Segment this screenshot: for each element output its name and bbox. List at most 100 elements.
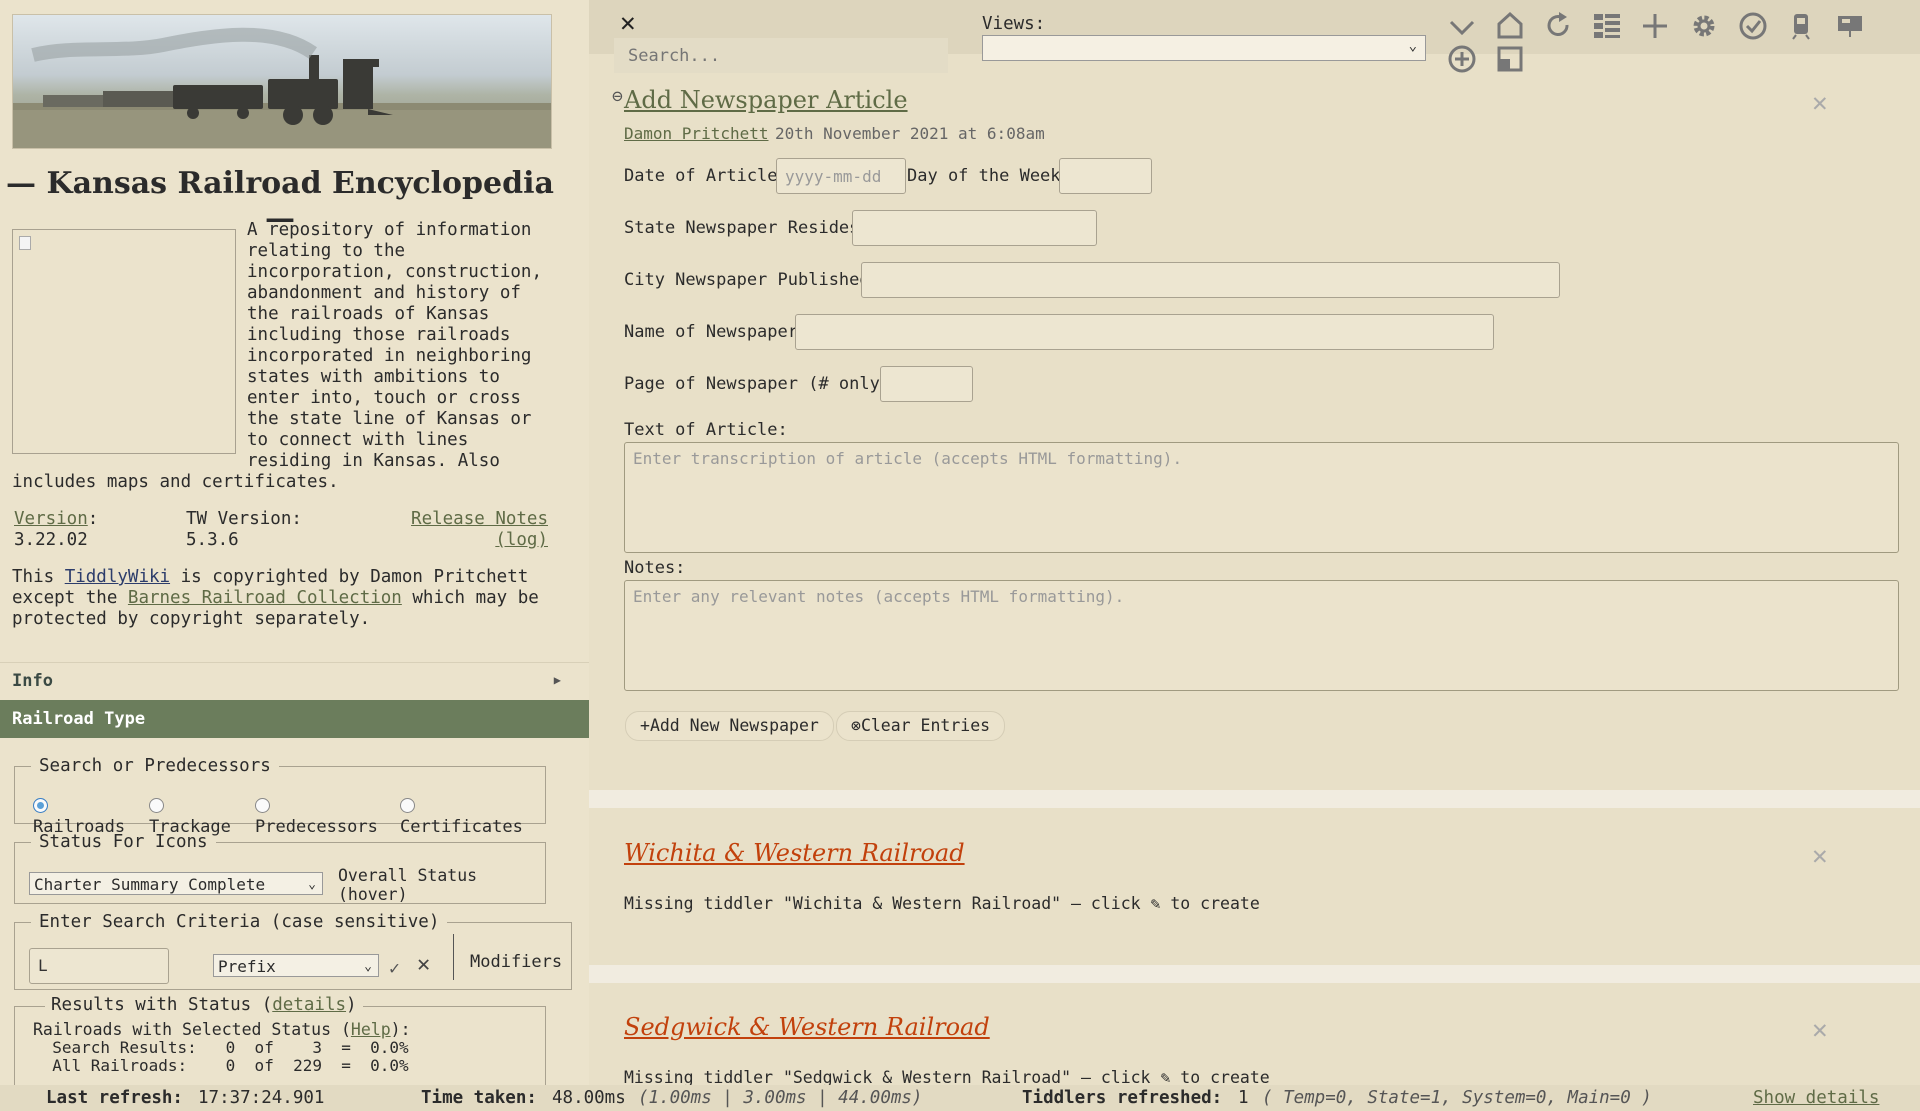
search-criteria-value: L	[38, 956, 48, 975]
results-legend-text: )	[346, 995, 357, 1015]
tiddler-title-sedgwick[interactable]: Sedgwick & Western Railroad	[624, 1013, 990, 1041]
status-select[interactable]: Charter Summary Complete ⌄	[29, 872, 323, 895]
date-input[interactable]	[776, 158, 906, 194]
search-results-line: Search Results: 0 of 3 = 0.0%	[33, 1038, 409, 1057]
missing-text: Missing tiddler "Wichita & Western Railr…	[624, 894, 1151, 913]
search-criteria-legend: Enter Search Criteria (case sensitive)	[39, 912, 440, 932]
radio-empty-icon	[149, 798, 164, 813]
barnes-collection-link[interactable]: Barnes Railroad Collection	[128, 588, 402, 608]
tiddlers-refreshed-label: Tiddlers refreshed:	[1022, 1088, 1223, 1108]
results-line: ):	[390, 1020, 411, 1039]
author-link[interactable]: Damon Pritchett	[624, 124, 769, 143]
tiddlywiki-link[interactable]: TiddlyWiki	[65, 567, 170, 587]
tiddlers-breakdown: ( Temp=0, State=1, System=0, Main=0 )	[1262, 1088, 1652, 1108]
refresh-icon[interactable]	[1543, 10, 1573, 40]
date-label: Date of Article:	[624, 166, 788, 186]
match-mode-value: Prefix	[218, 957, 276, 976]
newspaper-name-label: Name of Newspaper:	[624, 322, 809, 342]
day-of-week-label: Day of the Week:	[907, 166, 1071, 186]
check-icon[interactable]: ✓	[389, 958, 400, 979]
results-details-link[interactable]: details	[272, 995, 346, 1015]
add-button-label: Add New Newspaper	[649, 716, 819, 735]
divider	[453, 934, 454, 980]
info-section-toggle[interactable]: Info ▶	[0, 662, 589, 697]
tiddler-separator	[589, 965, 1920, 983]
search-or-predecessors-legend: Search or Predecessors	[39, 756, 271, 776]
release-notes-link[interactable]: Release Notes	[411, 509, 548, 529]
results-body: Railroads with Selected Status (Help): S…	[33, 1021, 411, 1075]
clear-circle-icon: ⊗	[851, 716, 861, 735]
page-label: Page of Newspaper (# only):	[624, 374, 901, 394]
train-icon[interactable]	[1786, 11, 1816, 41]
plus-icon[interactable]	[1640, 11, 1670, 41]
missing-text: to create	[1160, 894, 1260, 913]
status-select-value: Charter Summary Complete	[34, 875, 266, 894]
views-label: Views:	[982, 14, 1046, 34]
article-text-area[interactable]	[624, 442, 1899, 553]
layout-icon[interactable]	[1592, 11, 1622, 41]
close-tiddler-icon[interactable]: ✕	[1812, 841, 1828, 871]
state-input[interactable]	[852, 210, 1097, 246]
zoom-icon[interactable]: ⊖	[612, 86, 623, 107]
page-input[interactable]	[880, 366, 973, 402]
help-link[interactable]: Help	[351, 1020, 391, 1039]
railroad-type-tab[interactable]: Railroad Type	[0, 700, 589, 738]
radio-empty-icon	[400, 798, 415, 813]
chevron-down-icon[interactable]	[1447, 12, 1477, 42]
close-icon[interactable]: ✕	[620, 8, 636, 38]
search-input[interactable]	[614, 38, 948, 73]
info-label: Info	[12, 671, 53, 691]
status-bar: Last refresh: 17:37:24.901 Time taken: 4…	[0, 1085, 1920, 1111]
missing-tiddler-message: Missing tiddler "Wichita & Western Railr…	[624, 894, 1260, 913]
overall-status-hover: (hover)	[338, 885, 408, 904]
version-link[interactable]: Version	[14, 509, 88, 529]
check-circle-icon[interactable]	[1738, 11, 1768, 41]
clear-entries-button[interactable]: ⊗Clear Entries	[836, 711, 1006, 741]
caret-right-icon: ▶	[553, 673, 561, 687]
broken-image-placeholder	[12, 229, 236, 454]
close-icon[interactable]: ✕	[417, 952, 430, 977]
views-select[interactable]: ⌄	[982, 35, 1426, 61]
all-railroads-line: All Railroads: 0 of 229 = 0.0%	[33, 1056, 409, 1075]
projector-icon[interactable]	[1835, 11, 1865, 41]
modifiers-button[interactable]: Modifiers	[470, 952, 562, 972]
clear-button-label: Clear Entries	[860, 716, 991, 735]
close-tiddler-icon[interactable]: ✕	[1812, 88, 1828, 118]
match-mode-select[interactable]: Prefix ⌄	[213, 954, 379, 977]
chevron-down-icon: ⌄	[308, 877, 316, 892]
window-icon[interactable]	[1495, 44, 1525, 74]
notes-area[interactable]	[624, 580, 1899, 691]
results-legend-text: Results with Status (	[51, 995, 273, 1015]
add-newspaper-title[interactable]: Add Newspaper Article	[624, 86, 908, 114]
home-icon[interactable]	[1495, 10, 1525, 40]
city-label: City Newspaper Published:	[624, 270, 880, 290]
copyright-text: This	[12, 567, 65, 587]
release-log-link[interactable]: (log)	[495, 530, 548, 550]
copyright-notice: This TiddlyWiki is copyrighted by Damon …	[12, 567, 562, 630]
sidebar: — Kansas Railroad Encyclopedia — A repos…	[0, 0, 589, 1085]
tiddlers-refreshed-count: 1	[1238, 1088, 1249, 1108]
time-taken-value: 48.00ms	[552, 1088, 626, 1108]
article-text-label: Text of Article:	[624, 420, 788, 440]
status-for-icons-group: Status For Icons Charter Summary Complet…	[14, 832, 546, 904]
overall-status-label: Overall Status	[338, 866, 478, 885]
story-river	[589, 54, 1920, 1085]
broken-image-icon	[19, 236, 31, 250]
add-new-newspaper-button[interactable]: +Add New Newspaper	[625, 711, 834, 741]
time-taken-label: Time taken:	[421, 1088, 537, 1108]
show-details-link[interactable]: Show details	[1753, 1085, 1879, 1111]
search-criteria-input[interactable]: L	[29, 948, 169, 984]
close-tiddler-icon[interactable]: ✕	[1812, 1015, 1828, 1045]
edit-pencil-icon[interactable]: ✎	[1151, 894, 1161, 913]
radio-selected-icon	[33, 798, 48, 813]
radio-empty-icon	[255, 798, 270, 813]
tiddler-title-wichita[interactable]: Wichita & Western Railroad	[624, 839, 965, 867]
gear-icon[interactable]	[1689, 11, 1719, 41]
notes-label: Notes:	[624, 558, 686, 578]
city-input[interactable]	[861, 262, 1560, 298]
add-circle-icon[interactable]	[1447, 44, 1477, 74]
chevron-down-icon: ⌄	[364, 959, 372, 974]
overall-status-note: Overall Status (hover)	[338, 866, 477, 904]
newspaper-name-input[interactable]	[795, 314, 1494, 350]
day-of-week-input[interactable]	[1059, 158, 1152, 194]
